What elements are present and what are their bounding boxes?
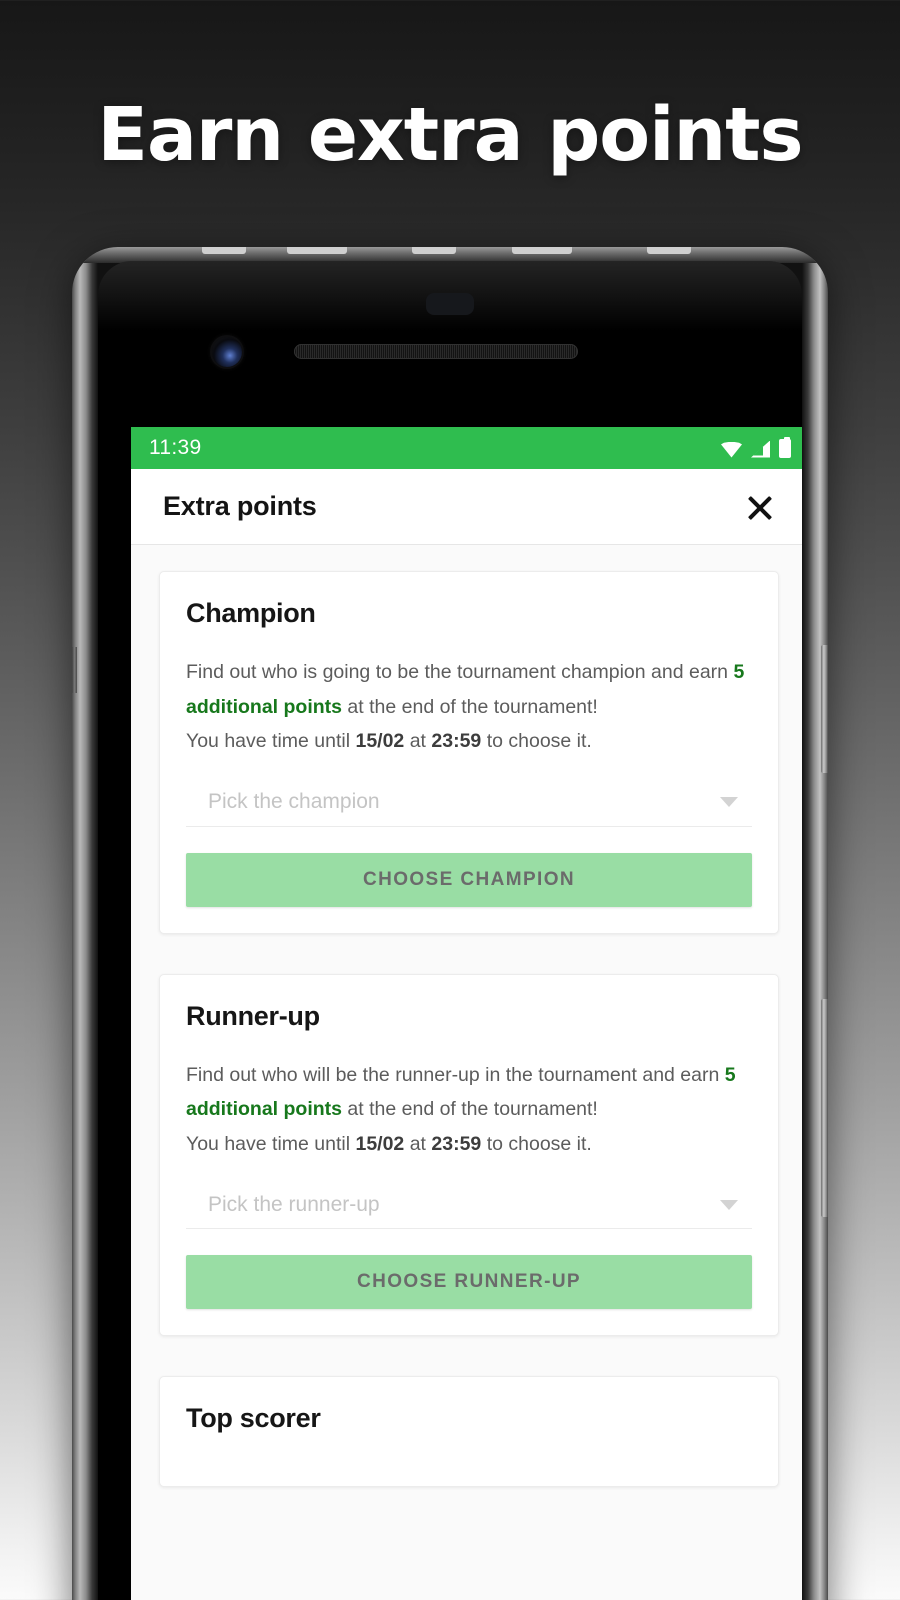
deadline-suffix: to choose it.: [481, 730, 592, 752]
app-bar: Extra points: [131, 469, 802, 545]
deadline-date: 15/02: [355, 730, 405, 752]
status-bar-icons: [721, 436, 791, 458]
chevron-down-icon: [720, 1199, 738, 1210]
deadline-prefix: You have time until: [186, 730, 356, 752]
deadline-prefix: You have time until: [186, 1132, 356, 1155]
runner-up-select[interactable]: Pick the runner-up: [186, 1181, 752, 1229]
wifi-icon: [721, 441, 742, 458]
phone-power-button: [821, 999, 828, 1217]
runner-up-select-placeholder: Pick the runner-up: [208, 1192, 380, 1216]
card-champion: Champion Find out who is going to be the…: [159, 571, 779, 934]
description-part-2: at the end of the tournament!: [342, 1098, 598, 1120]
champion-select[interactable]: Pick the champion: [186, 779, 752, 827]
front-camera-icon: [212, 337, 242, 367]
deadline-suffix: to choose it.: [481, 1132, 592, 1155]
card-title: Top scorer: [186, 1403, 321, 1433]
earpiece-speaker: [294, 344, 578, 359]
cell-signal-icon: [751, 441, 770, 458]
card-top-scorer: Top scorer: [159, 1376, 779, 1487]
card-title: Runner-up: [186, 1000, 320, 1031]
status-bar-clock: 11:39: [149, 436, 202, 459]
description-part-1: Find out who will be the runner-up in th…: [186, 1063, 725, 1086]
deadline-mid: at: [404, 730, 432, 752]
battery-icon: [779, 436, 791, 458]
choose-runner-up-button[interactable]: CHOOSE RUNNER-UP: [186, 1255, 752, 1309]
phone-screen: 11:39 Extra points Champion Find out who…: [131, 427, 802, 1600]
status-bar: 11:39: [131, 427, 802, 469]
deadline-time: 23:59: [431, 730, 482, 752]
description-part-2: at the end of the tournament!: [342, 695, 598, 718]
card-title: Champion: [186, 598, 316, 628]
champion-select-placeholder: Pick the champion: [208, 790, 380, 813]
phone-volume-button: [821, 645, 828, 773]
deadline-date: 15/02: [355, 1132, 405, 1155]
page-title: Extra points: [163, 491, 317, 521]
card-description: Find out who is going to be the tourname…: [186, 655, 752, 759]
close-icon[interactable]: [739, 486, 781, 528]
sensor-notch: [426, 293, 474, 315]
chevron-down-icon: [720, 797, 738, 807]
description-part-1: Find out who is going to be the tourname…: [186, 661, 734, 683]
choose-champion-button[interactable]: CHOOSE CHAMPION: [186, 852, 752, 907]
card-runner-up: Runner-up Find out who will be the runne…: [159, 973, 779, 1336]
phone-left-button: [72, 647, 77, 693]
phone-front-panel: 11:39 Extra points Champion Find out who…: [98, 261, 802, 1600]
deadline-mid: at: [404, 1132, 432, 1155]
deadline-time: 23:59: [431, 1132, 482, 1155]
card-description: Find out who will be the runner-up in th…: [186, 1058, 752, 1162]
content-scroll-area[interactable]: Champion Find out who is going to be the…: [131, 545, 802, 1600]
page-headline: Earn extra points: [97, 92, 803, 178]
phone-mockup: 11:39 Extra points Champion Find out who…: [72, 247, 828, 1600]
